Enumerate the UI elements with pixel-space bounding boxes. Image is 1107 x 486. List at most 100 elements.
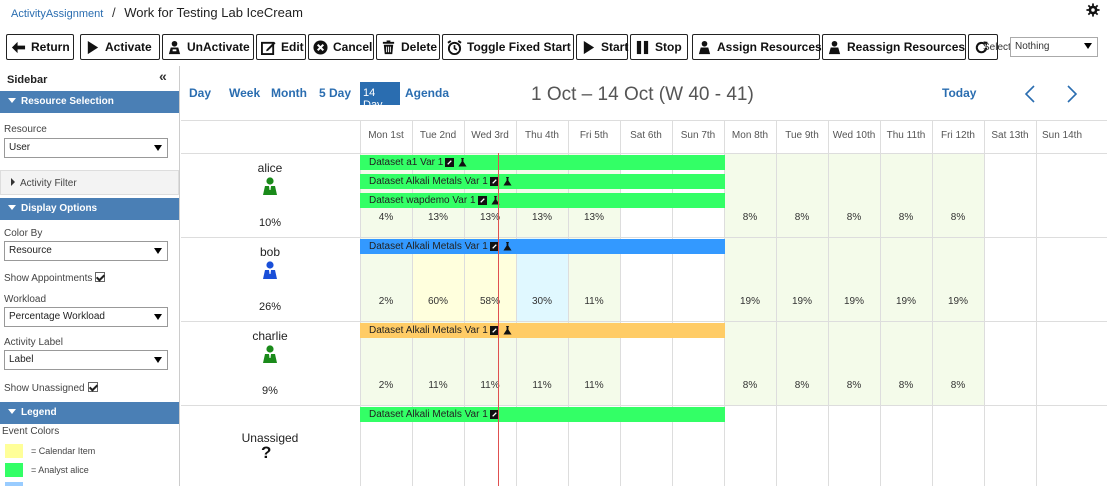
legend-item: = Analyst alice — [5, 462, 89, 478]
resource-total-workload: 9% — [262, 385, 278, 397]
day-header: Mon 1st — [368, 130, 404, 141]
resource-name: alice — [257, 161, 283, 175]
chevron-down-icon — [154, 314, 162, 320]
grid-row-divider — [181, 153, 1107, 154]
edit-icon — [445, 158, 455, 167]
legend-swatch-calendar-item — [5, 444, 23, 458]
unactivate-button-label: UnActivate — [187, 40, 250, 54]
current-time-indicator — [498, 153, 499, 486]
view-month-button[interactable]: Month — [271, 86, 307, 100]
activity-event-label: Dataset Alkali Metals Var 1 — [369, 176, 488, 187]
color-by-label: Color By — [4, 228, 43, 239]
resource-total-workload: 10% — [258, 217, 282, 229]
toggle-fixed-start-button[interactable]: Toggle Fixed Start — [442, 34, 574, 60]
resource-select[interactable]: User — [4, 138, 168, 158]
workload-percentage: 2% — [378, 380, 394, 391]
chevron-down-icon — [154, 145, 162, 151]
activity-event[interactable]: Dataset wapdemo Var 1 — [360, 193, 725, 208]
activity-event-label: Dataset Alkali Metals Var 1 — [369, 409, 488, 420]
breadcrumb: ActivityAssignment / Work for Testing La… — [11, 5, 303, 23]
grid-col-divider — [1036, 120, 1037, 486]
reassign-resources-button[interactable]: Reassign Resources — [822, 34, 966, 60]
workload-percentage: 58% — [479, 296, 500, 307]
show-appointments-label: Show Appointments — [4, 273, 93, 284]
edit-icon — [477, 196, 487, 205]
day-header: Tue 2nd — [419, 130, 457, 141]
delete-button[interactable]: Delete — [376, 34, 440, 60]
color-by-select-value: Resource — [9, 245, 52, 256]
legend-header[interactable]: Legend — [0, 402, 179, 424]
today-button[interactable]: Today — [942, 86, 976, 100]
workload-select[interactable]: Percentage Workload — [4, 307, 168, 327]
select-label: Select — [983, 42, 1011, 53]
workload-percentage: 19% — [739, 296, 760, 307]
edit-button-label: Edit — [281, 40, 304, 54]
legend-item-label: = Calendar Item — [31, 446, 96, 456]
show-appointments-checkbox[interactable] — [95, 272, 106, 282]
select-dropdown[interactable]: Nothing — [1010, 37, 1098, 57]
stop-button[interactable]: Stop — [630, 34, 688, 60]
chevron-left-icon[interactable] — [1024, 84, 1036, 104]
view-5day-button[interactable]: 5 Day — [319, 86, 351, 100]
caret-down-icon — [8, 98, 16, 103]
view-day-button[interactable]: Day — [189, 86, 211, 100]
workload-percentage: 13% — [479, 212, 500, 223]
breadcrumb-root-link[interactable]: ActivityAssignment — [11, 8, 103, 20]
view-week-button[interactable]: Week — [229, 86, 260, 100]
workload-percentage: 4% — [378, 212, 394, 223]
grid-row-divider — [181, 321, 1107, 322]
activity-event[interactable]: Dataset Alkali Metals Var 1 — [360, 174, 725, 189]
return-button[interactable]: Return — [6, 34, 74, 60]
activity-event[interactable]: Dataset Alkali Metals Var 1 — [360, 323, 725, 338]
workload-cell-bg — [724, 237, 776, 321]
assign-resources-button[interactable]: Assign Resources — [692, 34, 822, 60]
caret-down-icon — [8, 205, 16, 210]
workload-percentage: 8% — [898, 380, 914, 391]
cancel-button[interactable]: Cancel — [308, 34, 374, 60]
activity-label-select[interactable]: Label — [4, 350, 168, 370]
resource-selection-header[interactable]: Resource Selection — [0, 91, 179, 113]
workload-percentage: 13% — [531, 212, 552, 223]
chevron-right-icon[interactable] — [1066, 84, 1078, 104]
unactivate-button[interactable]: UnActivate — [162, 34, 254, 60]
workload-cell-bg — [724, 153, 776, 237]
view-14day-button[interactable]: 14 Day — [360, 82, 400, 111]
start-button-label: Start — [601, 40, 629, 54]
workload-percentage: 8% — [898, 212, 914, 223]
toggle-fixed-start-button-label: Toggle Fixed Start — [467, 40, 571, 54]
grid-col-divider — [984, 120, 985, 486]
sidebar-collapse-icon[interactable]: « — [159, 68, 167, 84]
show-unassigned-checkbox[interactable] — [87, 382, 98, 392]
caret-down-icon — [8, 409, 16, 414]
activate-button[interactable]: Activate — [80, 34, 160, 60]
show-unassigned-label: Show Unassigned — [4, 383, 85, 394]
view-agenda-button[interactable]: Agenda — [405, 86, 449, 100]
activity-filter-title: Activity Filter — [20, 178, 77, 189]
gear-icon[interactable] — [1086, 3, 1100, 17]
activity-event[interactable]: Dataset Alkali Metals Var 1 — [360, 239, 725, 254]
workload-percentage: 11% — [532, 380, 552, 391]
user-minus-icon — [168, 40, 181, 54]
day-header: Wed 10th — [832, 130, 876, 141]
activity-event[interactable]: Dataset Alkali Metals Var 1 — [360, 407, 725, 422]
color-by-select[interactable]: Resource — [4, 241, 168, 261]
legend-subtitle: Event Colors — [2, 426, 60, 437]
day-header: Sat 6th — [630, 130, 662, 141]
activity-filter-header[interactable]: Activity Filter — [0, 170, 179, 195]
activity-label-select-value: Label — [9, 354, 34, 365]
workload-cell-bg — [828, 153, 880, 237]
workload-cell-bg — [776, 321, 828, 405]
start-button[interactable]: Start — [576, 34, 628, 60]
activity-event-label: Dataset Alkali Metals Var 1 — [369, 241, 488, 252]
flask-icon — [458, 158, 467, 167]
activity-event-label: Dataset a1 Var 1 — [369, 157, 444, 168]
resource-name: charlie — [252, 329, 288, 343]
edit-button[interactable]: Edit — [256, 34, 306, 60]
activity-event[interactable]: Dataset a1 Var 1 — [360, 155, 725, 170]
legend-item-label: = Analyst alice — [31, 465, 89, 475]
workload-cell-bg — [776, 237, 828, 321]
legend-item: = Calendar Item — [5, 443, 95, 459]
display-options-header[interactable]: Display Options — [0, 198, 179, 220]
edit-icon — [261, 41, 276, 55]
grid-row-divider — [181, 120, 1107, 121]
